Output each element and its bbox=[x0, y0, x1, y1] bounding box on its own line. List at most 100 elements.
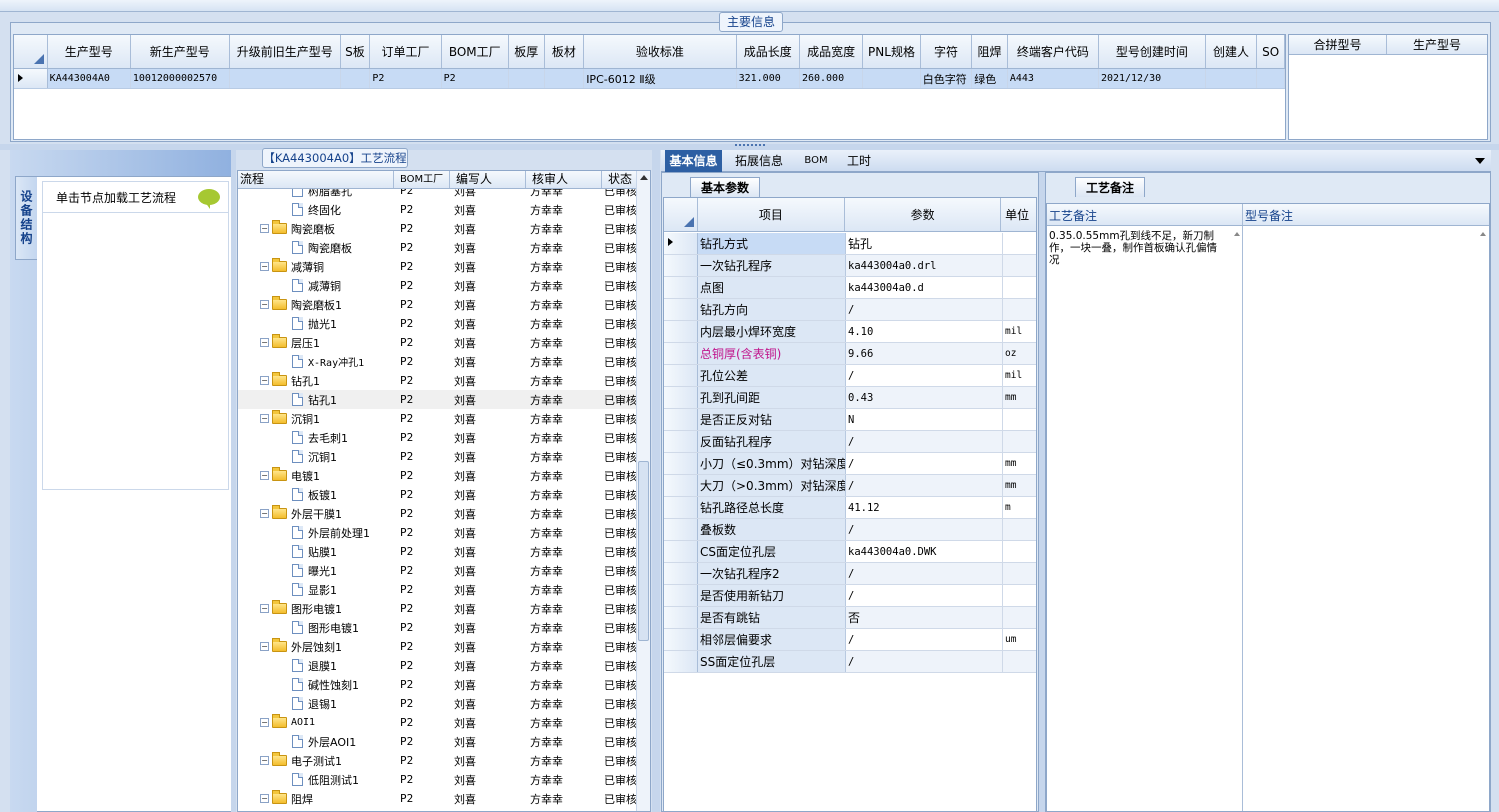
tree-node[interactable]: − 图形电镀1 P2 刘喜 方幸幸 已审核 bbox=[238, 599, 638, 618]
table-cell[interactable]: P2 bbox=[442, 69, 509, 88]
param-row[interactable]: 大刀（>0.3mm）对钻深度 / mm bbox=[664, 475, 1036, 497]
collapse-icon[interactable]: − bbox=[260, 224, 269, 233]
tree-node[interactable]: 退锡1 P2 刘喜 方幸幸 已审核 bbox=[238, 694, 638, 713]
col-header[interactable]: 终端客户代码 bbox=[1008, 35, 1099, 68]
param-row[interactable]: 小刀（≤0.3mm）对钻深度 / mm bbox=[664, 453, 1036, 475]
flow-col-header[interactable]: 流程 bbox=[238, 171, 394, 188]
param-value[interactable]: ka443004a0.d bbox=[846, 277, 1003, 298]
param-row[interactable]: 是否有跳钻否 bbox=[664, 607, 1036, 629]
table-cell[interactable]: 260.000 bbox=[800, 69, 864, 88]
collapse-icon[interactable]: − bbox=[260, 718, 269, 727]
col-header[interactable]: 板材 bbox=[545, 35, 585, 68]
col-header[interactable]: 成品宽度 bbox=[800, 35, 864, 68]
tree-node[interactable]: 显影1 P2 刘喜 方幸幸 已审核 bbox=[238, 580, 638, 599]
param-value[interactable]: 4.10 bbox=[846, 321, 1003, 342]
tree-node[interactable]: − 陶瓷磨板1 P2 刘喜 方幸幸 已审核 bbox=[238, 295, 638, 314]
param-value[interactable]: / bbox=[846, 475, 1003, 496]
collapse-icon[interactable]: − bbox=[260, 642, 269, 651]
table-cell[interactable]: 白色字符 bbox=[921, 69, 973, 88]
collapse-icon[interactable]: − bbox=[260, 300, 269, 309]
param-row[interactable]: 钻孔路径总长度 41.12 m bbox=[664, 497, 1036, 519]
flow-col-header[interactable]: 核审人 bbox=[526, 171, 602, 188]
param-row[interactable]: 点图 ka443004a0.d bbox=[664, 277, 1036, 299]
tree-node[interactable]: 外层前处理1 P2 刘喜 方幸幸 已审核 bbox=[238, 523, 638, 542]
col-header[interactable]: 型号创建时间 bbox=[1099, 35, 1206, 68]
left-splitter[interactable] bbox=[231, 150, 236, 812]
table-cell[interactable] bbox=[341, 69, 371, 88]
col-header[interactable]: 订单工厂 bbox=[370, 35, 442, 68]
collapse-icon[interactable]: − bbox=[260, 414, 269, 423]
collapse-icon[interactable]: − bbox=[260, 604, 269, 613]
tree-node[interactable]: − AOI1 P2 刘喜 方幸幸 已审核 bbox=[238, 713, 638, 732]
tree-node[interactable]: 图形电镀1 P2 刘喜 方幸幸 已审核 bbox=[238, 618, 638, 637]
param-value[interactable]: / bbox=[846, 629, 1003, 650]
param-value[interactable]: / bbox=[846, 651, 1003, 672]
param-row[interactable]: 一次钻孔程序2/ bbox=[664, 563, 1036, 585]
table-cell[interactable] bbox=[545, 69, 585, 88]
col-header[interactable]: 成品长度 bbox=[737, 35, 800, 68]
param-row[interactable]: 一次钻孔程序 ka443004a0.drl bbox=[664, 255, 1036, 277]
grid-corner[interactable] bbox=[14, 35, 48, 68]
prod-model-header[interactable]: 生产型号 bbox=[1387, 35, 1487, 54]
tab-device-structure[interactable]: 设备结构 bbox=[15, 176, 37, 260]
tree-node[interactable]: 外层AOI1 P2 刘喜 方幸幸 已审核 bbox=[238, 732, 638, 751]
col-header[interactable]: SO bbox=[1257, 35, 1285, 68]
param-value[interactable]: ka443004a0.DWK bbox=[846, 541, 1003, 562]
col-header[interactable]: S板 bbox=[341, 35, 371, 68]
merge-model-header[interactable]: 合拼型号 bbox=[1289, 35, 1387, 54]
col-header[interactable]: 新生产型号 bbox=[131, 35, 230, 68]
collapse-icon[interactable]: − bbox=[260, 471, 269, 480]
tree-node[interactable]: 曝光1 P2 刘喜 方幸幸 已审核 bbox=[238, 561, 638, 580]
tree-node[interactable]: 抛光1 P2 刘喜 方幸幸 已审核 bbox=[238, 314, 638, 333]
param-value[interactable]: 钻孔 bbox=[846, 233, 1003, 254]
scroll-up-icon[interactable] bbox=[1480, 232, 1486, 236]
collapse-icon[interactable]: − bbox=[260, 794, 269, 803]
tree-node[interactable]: 碱性蚀刻1 P2 刘喜 方幸幸 已审核 bbox=[238, 675, 638, 694]
tab-dropdown-icon[interactable] bbox=[1475, 158, 1485, 164]
col-unit[interactable]: 单位 bbox=[1001, 198, 1036, 231]
col-header[interactable]: 验收标准 bbox=[584, 35, 737, 68]
tree-node[interactable]: − 外层蚀刻1 P2 刘喜 方幸幸 已审核 bbox=[238, 637, 638, 656]
param-row[interactable]: 相邻层偏要求 / um bbox=[664, 629, 1036, 651]
tree-node[interactable]: − 电子测试1 P2 刘喜 方幸幸 已审核 bbox=[238, 751, 638, 770]
table-row[interactable]: KA443004A0 10012000002570 P2 P2 IPC-6012 Ⅱ级 3… bbox=[14, 69, 1286, 89]
col-header[interactable]: 字符 bbox=[921, 35, 973, 68]
tab-hours[interactable]: 工时 bbox=[839, 150, 879, 172]
collapse-icon[interactable]: − bbox=[260, 338, 269, 347]
table-cell[interactable]: A443 bbox=[1008, 69, 1099, 88]
tree-node[interactable]: 沉铜1 P2 刘喜 方幸幸 已审核 bbox=[238, 447, 638, 466]
tab-extend[interactable]: 拓展信息 bbox=[729, 150, 789, 172]
tab-basic[interactable]: 基本信息 bbox=[665, 150, 722, 172]
flow-col-header[interactable]: 编写人 bbox=[450, 171, 526, 188]
tree-node[interactable]: − 阻焊 P2 刘喜 方幸幸 已审核 bbox=[238, 789, 638, 808]
tree-node[interactable]: X-Ray冲孔1 P2 刘喜 方幸幸 已审核 bbox=[238, 352, 638, 371]
flow-col-header[interactable]: BOM工厂 bbox=[394, 171, 450, 188]
param-value[interactable]: / bbox=[846, 453, 1003, 474]
param-value[interactable]: 9.66 bbox=[846, 343, 1003, 364]
param-row[interactable]: 孔到孔间距 0.43 mm bbox=[664, 387, 1036, 409]
param-row[interactable]: 叠板数 / bbox=[664, 519, 1036, 541]
tree-node[interactable]: − 电镀1 P2 刘喜 方幸幸 已审核 bbox=[238, 466, 638, 485]
col-param[interactable]: 参数 bbox=[845, 198, 1002, 231]
table-cell[interactable] bbox=[509, 69, 545, 88]
tree-node[interactable]: 退膜1 P2 刘喜 方幸幸 已审核 bbox=[238, 656, 638, 675]
tree-node[interactable]: 终固化 P2 刘喜 方幸幸 已审核 bbox=[238, 200, 638, 219]
param-row[interactable]: 钻孔方式 钻孔 bbox=[664, 233, 1036, 255]
tree-node[interactable]: − 减薄铜 P2 刘喜 方幸幸 已审核 bbox=[238, 257, 638, 276]
tree-node[interactable]: 去毛刺1 P2 刘喜 方幸幸 已审核 bbox=[238, 428, 638, 447]
tree-node[interactable]: 减薄铜 P2 刘喜 方幸幸 已审核 bbox=[238, 276, 638, 295]
param-value[interactable]: / bbox=[846, 299, 1003, 320]
tab-bom[interactable]: BOM bbox=[801, 150, 831, 172]
param-row[interactable]: CS面定位孔层 ka443004a0.DWK bbox=[664, 541, 1036, 563]
col-header[interactable]: BOM工厂 bbox=[442, 35, 509, 68]
flow-scrollbar[interactable] bbox=[636, 171, 650, 811]
col-header[interactable]: 生产型号 bbox=[48, 35, 131, 68]
table-cell[interactable] bbox=[1257, 69, 1286, 88]
param-row[interactable]: 反面钻孔程序 / bbox=[664, 431, 1036, 453]
table-cell[interactable] bbox=[1206, 69, 1258, 88]
middle-splitter[interactable] bbox=[652, 150, 660, 812]
tree-node[interactable]: 贴膜1 P2 刘喜 方幸幸 已审核 bbox=[238, 542, 638, 561]
param-row[interactable]: SS面定位孔层 / bbox=[664, 651, 1036, 673]
table-cell[interactable]: P2 bbox=[370, 69, 442, 88]
remarks-tab[interactable]: 工艺备注 bbox=[1075, 177, 1145, 197]
